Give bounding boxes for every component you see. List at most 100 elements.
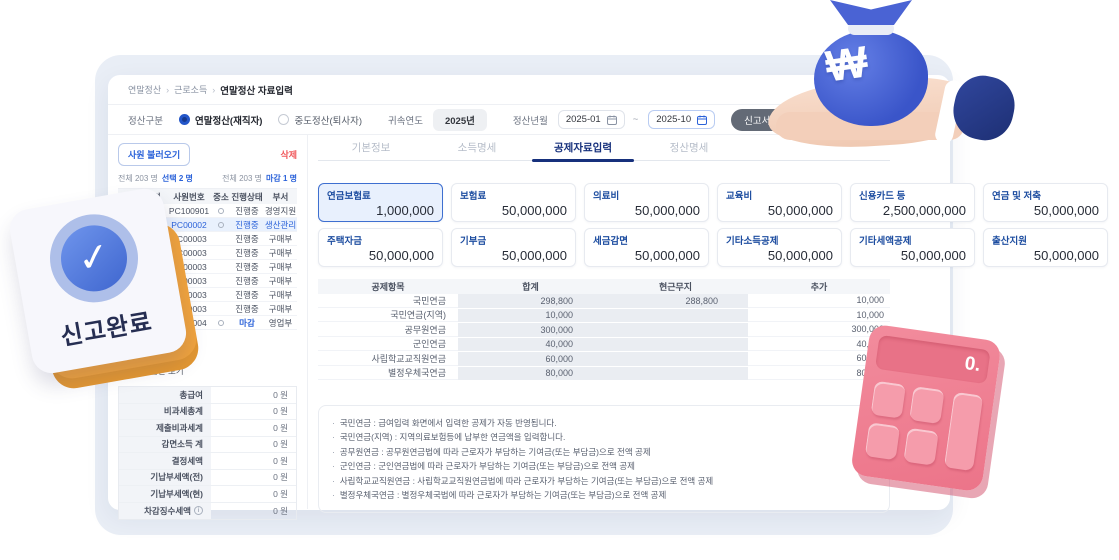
- delete-button[interactable]: 삭제: [280, 148, 297, 161]
- card-value: 50,000,000: [859, 248, 966, 263]
- page-size-select[interactable]: ∨: [118, 337, 180, 356]
- report-close-button[interactable]: 신고서 마감: [731, 109, 803, 131]
- employee-checkbox[interactable]: [121, 221, 129, 229]
- show-only-filter[interactable]: 된 사원만 보기: [118, 365, 297, 377]
- total-closed-count: 전체 203 명마감 1 명: [222, 173, 297, 184]
- breadcrumb-item[interactable]: 연말정산 자료입력: [220, 83, 293, 97]
- employee-table-header: 사원명사원번호중소진행상태부서: [118, 189, 297, 204]
- summary-row: 기납부세액(현)0 원: [119, 486, 296, 503]
- employee-checkbox[interactable]: [121, 235, 129, 243]
- employee-checkbox[interactable]: [121, 263, 129, 271]
- total-selected-count: 전체 203 명선택 2 명: [118, 173, 193, 184]
- deduction-extra[interactable]: 80,000: [748, 367, 890, 381]
- load-employees-button[interactable]: 사원 불러오기: [118, 143, 190, 166]
- period-to-input[interactable]: 2025-10: [648, 110, 715, 129]
- deduction-item: 국민연금: [318, 294, 458, 308]
- summary-value: 0 원: [211, 420, 296, 436]
- summary-row: 차감징수세액i0 원: [119, 503, 296, 520]
- breadcrumb-item[interactable]: 연말정산: [128, 83, 161, 96]
- employee-id: PC00003: [166, 248, 212, 258]
- deduction-total: 300,000: [458, 323, 603, 337]
- deduction-card[interactable]: 기타세액공제50,000,000: [850, 228, 975, 267]
- summary-label: 결정세액: [119, 453, 211, 469]
- deduction-extra[interactable]: 300,000: [748, 323, 890, 337]
- attribution-year-value[interactable]: 2025년: [433, 109, 487, 131]
- employee-row[interactable]: 한예리PC00003진행중구매부: [118, 274, 297, 288]
- breadcrumb-item[interactable]: 근로소득: [174, 83, 207, 96]
- employee-name: 김지훈: [132, 317, 166, 329]
- deduction-extra[interactable]: 40,000: [748, 338, 890, 352]
- card-title: 연금 및 저축: [992, 188, 1099, 202]
- employee-row[interactable]: 한예리PC00003진행중구매부: [118, 232, 297, 246]
- employee-row[interactable]: 김지훈PC00004마감영업부: [118, 316, 297, 330]
- deduction-card[interactable]: 보험료50,000,000: [451, 183, 576, 222]
- deduction-card[interactable]: 연금 및 저축50,000,000: [983, 183, 1108, 222]
- deduction-column-header: 현근무지: [603, 280, 748, 293]
- deduction-card[interactable]: 신용카드 등2,500,000,000: [850, 183, 975, 222]
- summary-value: 0 원: [211, 486, 296, 502]
- deduction-card[interactable]: 연금보험료1,000,000: [318, 183, 443, 222]
- selected-count: 선택 2 명: [162, 174, 193, 183]
- deduction-card[interactable]: 기부금50,000,000: [451, 228, 576, 267]
- deduction-card[interactable]: 주택자금50,000,000: [318, 228, 443, 267]
- summary-label: 비과세총계: [119, 404, 211, 420]
- money-bag-tie: [848, 22, 894, 35]
- table-row[interactable]: 공무원연금300,000300,000: [318, 323, 890, 338]
- employee-row[interactable]: 한예리PC00003진행중구매부: [118, 302, 297, 316]
- employee-status: 진행중: [230, 275, 264, 287]
- radio-year-end-settlement[interactable]: 연말정산(재직자): [179, 113, 263, 127]
- table-row[interactable]: 국민연금(지역)10,00010,000: [318, 309, 890, 324]
- table-row[interactable]: 사립학교교직원연금60,00060,000: [318, 352, 890, 367]
- summary-label: 총급여: [119, 387, 211, 403]
- note-item: 공무원연금 : 공무원연금법에 따라 근로자가 부담하는 기여금(또는 부담금)…: [332, 446, 876, 458]
- deduction-extra[interactable]: 10,000: [748, 309, 890, 323]
- tab-item[interactable]: 공제자료입력: [530, 135, 636, 160]
- employee-dept: 구매부: [264, 247, 297, 259]
- show-only-checkbox[interactable]: [118, 367, 127, 376]
- table-row[interactable]: 국민연금298,800288,80010,000: [318, 294, 890, 309]
- info-icon[interactable]: i: [194, 506, 203, 515]
- employee-dept: 구매부: [264, 233, 297, 245]
- deduction-card[interactable]: 교육비50,000,000: [717, 183, 842, 222]
- deduction-extra[interactable]: 10,000: [748, 294, 890, 308]
- deduction-card[interactable]: 의료비50,000,000: [584, 183, 709, 222]
- employee-checkbox[interactable]: [121, 291, 129, 299]
- deduction-total: 40,000: [458, 338, 603, 352]
- tab-item[interactable]: 소득명세: [424, 135, 530, 160]
- smb-circle-icon: [218, 320, 224, 326]
- card-title: 기타소득공제: [726, 233, 833, 247]
- employee-dept: 구매부: [264, 289, 297, 301]
- employee-checkbox[interactable]: [121, 319, 129, 327]
- card-title: 교육비: [726, 188, 833, 202]
- summary-value: 0 원: [211, 453, 296, 469]
- employee-checkbox[interactable]: [121, 305, 129, 313]
- employee-row[interactable]: 한예리PC00003진행중구매부: [118, 260, 297, 274]
- radio-mid-settlement[interactable]: 중도정산(퇴사자): [278, 113, 362, 127]
- employee-row[interactable]: 박성원PC00002진행중생산관리: [118, 218, 297, 232]
- tab-item[interactable]: 정산명세: [636, 135, 742, 160]
- main-content: 기본정보소득명세공제자료입력정산명세 연금보험료1,000,000보험료50,0…: [308, 135, 1108, 509]
- note-item: 국민연금 : 급여입력 화면에서 입력한 공제가 자동 반영됩니다.: [332, 417, 876, 429]
- deduction-card[interactable]: 세금감면50,000,000: [584, 228, 709, 267]
- employee-checkbox[interactable]: [121, 249, 129, 257]
- deduction-card[interactable]: 출산지원50,000,000: [983, 228, 1108, 267]
- tab-item[interactable]: 기본정보: [318, 135, 424, 160]
- chevron-down-icon: ∨: [167, 342, 173, 351]
- employee-checkbox[interactable]: [121, 277, 129, 285]
- summary-value: 0 원: [211, 387, 296, 403]
- employee-row[interactable]: 한예리PC00003진행중구매부: [118, 246, 297, 260]
- select-all-checkbox[interactable]: [121, 193, 129, 201]
- filter-bar: 정산구분 연말정산(재직자) 중도정산(퇴사자) 귀속연도 2025년 정산년월…: [108, 105, 950, 135]
- table-row[interactable]: 군인연금40,00040,000: [318, 338, 890, 353]
- employee-row[interactable]: 윤예진PC100901진행중경영지원: [118, 204, 297, 218]
- deduction-extra[interactable]: 60,000: [748, 352, 890, 366]
- period-from-input[interactable]: 2025-01: [558, 110, 625, 129]
- employee-name: 한예리: [132, 233, 166, 245]
- summary-value: 0 원: [211, 470, 296, 486]
- card-title: 출산지원: [992, 233, 1099, 247]
- employee-status: 진행중: [230, 205, 264, 217]
- employee-row[interactable]: 한예리PC00003진행중구매부: [118, 288, 297, 302]
- deduction-card[interactable]: 기타소득공제50,000,000: [717, 228, 842, 267]
- employee-checkbox[interactable]: [121, 207, 129, 215]
- table-row[interactable]: 별정우체국연금80,00080,000: [318, 367, 890, 382]
